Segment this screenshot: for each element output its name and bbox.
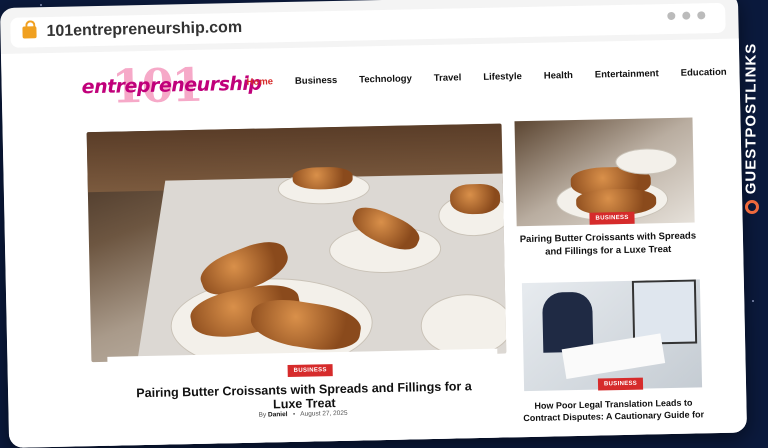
category-badge[interactable]: BUSINESS [287,364,333,378]
post-meta: By Daniel • August 27, 2025 [259,410,348,419]
logo-word: entrepreneurship [81,72,262,99]
person-graphic [542,291,594,353]
post-date: August 27, 2025 [300,409,348,418]
meta-separator: • [292,410,296,418]
nav-item-travel[interactable]: Travel [434,72,462,84]
side-post-title[interactable]: How Poor Legal Translation Leads to Cont… [522,396,704,424]
pastry-graphic [449,183,501,215]
browser-window: 101entrepreneurship.com 101 entrepreneur… [0,0,748,448]
nav-item-home[interactable]: Home [246,76,273,88]
window-dot-icon[interactable] [667,11,676,21]
star-decoration [752,300,754,302]
main-nav: Home Business Technology Travel Lifestyl… [246,66,747,88]
link-icon [745,200,759,214]
plate-graphic [615,147,678,176]
author-name[interactable]: Daniel [268,411,288,418]
side-post-image[interactable] [514,117,695,227]
hero-card: BUSINESS Pairing Butter Croissants with … [107,348,500,448]
nav-item-lifestyle[interactable]: Lifestyle [483,71,522,83]
side-post-image[interactable] [521,279,703,392]
nav-item-health[interactable]: Health [544,70,573,82]
laptop-graphic [631,279,698,345]
nav-item-entertainment[interactable]: Entertainment [595,68,659,80]
site-logo[interactable]: 101 entrepreneurship [81,58,261,117]
nav-item-education[interactable]: Education [681,67,727,79]
watermark: GUESTPOSTLINKS [741,40,763,230]
star-decoration [40,4,42,6]
web-page: 101 entrepreneurship Home Business Techn… [0,38,748,448]
category-badge[interactable]: BUSINESS [589,211,635,225]
side-post-title[interactable]: Pairing Butter Croissants with Spreads a… [519,229,698,259]
lock-icon [22,26,37,39]
nav-item-technology[interactable]: Technology [359,73,412,85]
by-label: By [258,411,267,419]
url-text[interactable]: 101entrepreneurship.com [46,19,242,41]
category-badge[interactable]: BUSINESS [597,377,644,391]
hero-title[interactable]: Pairing Butter Croissants with Spreads a… [124,379,485,415]
window-dot-icon[interactable] [697,11,706,20]
window-dot-icon[interactable] [682,11,691,20]
hero-image[interactable] [86,123,507,363]
window-controls [667,11,706,21]
nav-item-business[interactable]: Business [295,75,337,87]
watermark-text: GUESTPOSTLINKS [742,42,760,195]
